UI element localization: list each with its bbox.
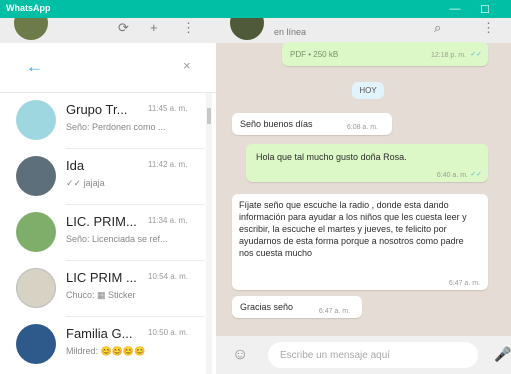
- app-title: WhatsApp: [6, 3, 51, 13]
- avatar: [16, 156, 56, 196]
- chat-time: 11:45 a. m.: [148, 104, 188, 113]
- search-icon[interactable]: ⌕: [434, 20, 441, 36]
- chat-name: Grupo Tr...: [66, 102, 128, 117]
- chat-preview: Mildred: 😊😊😊😊: [66, 346, 146, 356]
- contact-avatar[interactable]: [230, 18, 264, 40]
- message-text: Fíjate seño que escuche la radio , donde…: [239, 200, 467, 258]
- chat-name: Familia G...: [66, 326, 133, 341]
- chat-preview: Chuco: ▦ Sticker: [66, 290, 136, 300]
- read-ticks-icon: ✓✓: [470, 51, 482, 58]
- microphone-icon[interactable]: 🎤: [494, 346, 511, 363]
- conversation-header[interactable]: en línea ⌕ ⋮: [216, 18, 511, 43]
- message-text: Gracias seño: [240, 302, 294, 312]
- add-icon[interactable]: +: [150, 20, 158, 35]
- back-arrow-icon[interactable]: ←: [26, 57, 43, 77]
- date-separator: HOY: [352, 82, 384, 99]
- chat-list-pane: ⟳ + ⋮ ← × Grupo Tr... 11:45 a. m. Seño: …: [0, 18, 216, 374]
- message-time: 6:08 a. m.: [346, 124, 378, 131]
- outgoing-message[interactable]: PDF • 250 kB 12:18 p. m. ✓✓: [282, 42, 488, 66]
- chat-name: LIC. PRIM...: [66, 214, 137, 229]
- contact-status: en línea: [274, 27, 307, 37]
- message-text: Seño buenos días: [240, 119, 313, 129]
- chat-list-item[interactable]: LIC. PRIM... 11:34 a. m. Seño: Licenciad…: [0, 205, 205, 261]
- maximize-button[interactable]: ☐: [470, 0, 500, 18]
- chat-list-item[interactable]: LIC PRIM ... 10:54 a. m. Chuco: ▦ Sticke…: [0, 261, 205, 317]
- chat-preview: Seño: Perdonen como ...: [66, 122, 166, 132]
- message-text: Hola que tal mucho gusto doña Rosa.: [256, 152, 407, 162]
- emoji-icon[interactable]: ☺: [232, 346, 248, 364]
- message-composer: ☺ 🎤: [216, 336, 511, 374]
- chat-list-item[interactable]: Grupo Tr... 11:45 a. m. Seño: Perdonen c…: [0, 93, 205, 149]
- outgoing-message[interactable]: Hola que tal mucho gusto doña Rosa. 6:40…: [246, 144, 488, 182]
- sync-icon[interactable]: ⟳: [118, 20, 129, 36]
- chat-list-scrollbar[interactable]: [206, 93, 212, 374]
- message-time: 6:47 a. m.: [318, 308, 350, 315]
- chat-time: 11:34 a. m.: [148, 216, 188, 225]
- minimize-button[interactable]: —: [440, 0, 470, 18]
- chat-list-header: ⟳ + ⋮: [0, 18, 216, 43]
- avatar: [16, 100, 56, 140]
- chat-preview: ✓✓ jajaja: [66, 178, 105, 188]
- search-bar: ← ×: [0, 43, 216, 93]
- chat-list-item[interactable]: Familia G... 10:50 a. m. Mildred: 😊😊😊😊: [0, 317, 205, 373]
- chat-time: 10:50 a. m.: [148, 328, 189, 337]
- avatar: [16, 212, 56, 252]
- message-time: 12:18 p. m.: [430, 52, 466, 59]
- incoming-message[interactable]: Seño buenos días 6:08 a. m.: [232, 113, 392, 135]
- chat-name: Ida: [66, 158, 85, 173]
- conversation-pane: en línea ⌕ ⋮ PDF • 250 kB 12:18 p. m. ✓✓…: [216, 18, 511, 374]
- scrollbar-thumb[interactable]: [207, 108, 211, 124]
- incoming-message[interactable]: Gracias seño 6:47 a. m.: [232, 296, 362, 318]
- chat-name: LIC PRIM ...: [66, 270, 137, 285]
- window-titlebar: WhatsApp — ☐: [0, 0, 511, 18]
- menu-icon[interactable]: ⋮: [482, 20, 495, 36]
- chat-preview: Seño: Licenciada se ref...: [66, 234, 168, 244]
- chat-time: 10:54 a. m.: [148, 272, 189, 281]
- menu-icon[interactable]: ⋮: [182, 20, 195, 36]
- incoming-message[interactable]: Fíjate seño que escuche la radio , donde…: [232, 194, 488, 290]
- chat-time: 11:42 a. m.: [148, 160, 188, 169]
- close-icon[interactable]: ×: [183, 58, 191, 73]
- message-input[interactable]: [268, 342, 478, 368]
- my-avatar[interactable]: [14, 18, 48, 40]
- message-time: 6:47 a. m.: [448, 280, 480, 287]
- avatar: [16, 268, 56, 308]
- read-ticks-icon: ✓✓: [470, 171, 482, 178]
- chat-list-item[interactable]: Ida 11:42 a. m. ✓✓ jajaja: [0, 149, 205, 205]
- message-time: 6:40 a. m.: [436, 172, 468, 179]
- attachment-info: PDF • 250 kB: [290, 50, 339, 59]
- avatar: [16, 324, 56, 364]
